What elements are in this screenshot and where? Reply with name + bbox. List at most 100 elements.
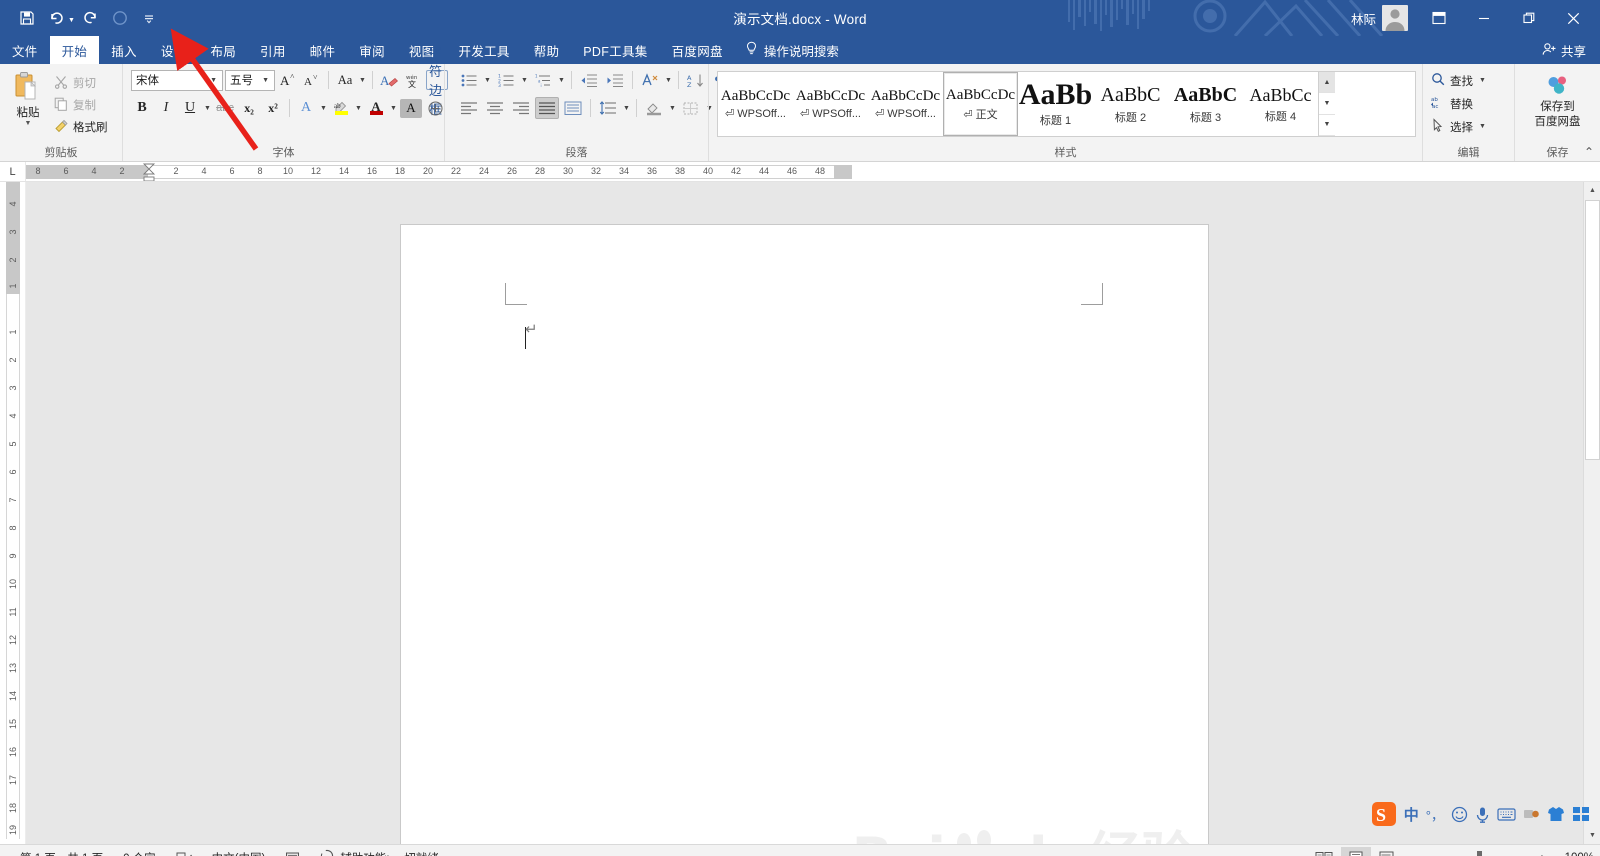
copy-button[interactable]: 复制 [51, 95, 111, 115]
font-color-dropdown-icon[interactable]: ▼ [389, 105, 398, 112]
style-item-wpsoff-3[interactable]: AaBbCcDc ⏎ WPSOff... [868, 72, 943, 136]
align-center-button[interactable] [483, 97, 507, 119]
multilevel-list-button[interactable]: 1ai [531, 69, 555, 91]
close-button[interactable] [1551, 0, 1596, 36]
style-item-wpsoff-1[interactable]: AaBbCcDc ⏎ WPSOff... [718, 72, 793, 136]
line-spacing-button[interactable] [596, 97, 620, 119]
font-size-combo[interactable]: 五号 ▼ [225, 69, 275, 91]
tab-design[interactable]: 设计 [149, 36, 199, 64]
save-icon[interactable] [14, 5, 40, 31]
decrease-indent-button[interactable] [577, 69, 601, 91]
tab-pdf-tools[interactable]: PDF工具集 [571, 36, 659, 64]
numbering-dropdown-icon[interactable]: ▼ [520, 77, 529, 84]
numbering-button[interactable]: 123 [494, 69, 518, 91]
tab-home[interactable]: 开始 [49, 36, 100, 64]
document-area[interactable]: ↵ Bai du 经验 jingyan.b [26, 182, 1583, 844]
highlight-dropdown-icon[interactable]: ▼ [354, 105, 363, 112]
style-item-heading-2[interactable]: AaBbC 标题 2 [1093, 72, 1168, 136]
font-color-button[interactable]: A [365, 97, 387, 119]
grow-font-button[interactable]: A ˄ [277, 69, 299, 91]
paste-dropdown-icon[interactable]: ▼ [25, 120, 32, 127]
bullets-dropdown-icon[interactable]: ▼ [483, 77, 492, 84]
tab-baidu-netdisk[interactable]: 百度网盘 [660, 36, 735, 64]
document-page[interactable]: ↵ Bai du 经验 jingyan.b [401, 225, 1208, 844]
ime-toolbar[interactable]: S 中 °， [1367, 800, 1594, 828]
text-effects-button[interactable]: A [295, 97, 317, 119]
zoom-in-button[interactable]: + [1538, 850, 1546, 856]
bullets-button[interactable] [457, 69, 481, 91]
align-left-button[interactable] [457, 97, 481, 119]
bold-button[interactable]: B [131, 97, 153, 119]
sogou-logo-icon[interactable]: S [1371, 801, 1397, 827]
paste-button[interactable]: 粘贴 ▼ [5, 68, 51, 127]
tab-mailings[interactable]: 邮件 [298, 36, 348, 64]
underline-dropdown-icon[interactable]: ▼ [203, 105, 212, 112]
accessibility-status[interactable]: 辅助功能: 一切就绪 [310, 849, 448, 856]
replace-button[interactable]: ab ac 替换 [1431, 93, 1473, 114]
page-indicator[interactable]: 第 1 页，共 1 页 [10, 850, 113, 856]
shading-button[interactable] [642, 97, 666, 119]
underline-button[interactable]: U [179, 97, 201, 119]
word-count[interactable]: 0 个字 [113, 850, 166, 856]
increase-indent-button[interactable] [603, 69, 627, 91]
save-to-baidu-netdisk-button[interactable]: 保存到 百度网盘 [1520, 70, 1595, 130]
proofing-status-icon[interactable] [166, 851, 202, 856]
multilevel-dropdown-icon[interactable]: ▼ [557, 77, 566, 84]
ime-apps-icon[interactable] [1572, 806, 1590, 822]
touch-mode-icon[interactable] [107, 5, 133, 31]
change-case-dropdown-icon[interactable]: ▼ [358, 77, 367, 84]
horizontal-ruler[interactable]: L 8 6 4 2 2 4 6 8 10 12 14 16 18 20 22 2… [0, 162, 1600, 182]
collapse-ribbon-icon[interactable]: ⌃ [1584, 145, 1594, 159]
tell-me-search[interactable]: 操作说明搜索 [735, 36, 849, 64]
text-effects-dropdown-icon[interactable]: ▼ [319, 105, 328, 112]
subscript-button[interactable]: x₂ [238, 97, 260, 119]
cut-button[interactable]: 剪切 [51, 73, 111, 93]
style-item-normal[interactable]: AaBbCcDc ⏎ 正文 [943, 72, 1018, 136]
shrink-font-button[interactable]: A ˅ [301, 69, 323, 91]
tab-stop-selector[interactable]: L [0, 162, 26, 181]
font-name-combo[interactable]: 宋体 ▼ [131, 69, 223, 91]
enclose-characters-button[interactable] [424, 97, 446, 119]
tab-developer[interactable]: 开发工具 [446, 36, 521, 64]
zoom-slider[interactable]: − + [1405, 850, 1554, 856]
scroll-down-arrow-icon[interactable]: ▼ [1584, 827, 1600, 844]
ime-soft-keyboard-icon[interactable] [1497, 807, 1516, 822]
tab-insert[interactable]: 插入 [99, 36, 149, 64]
undo-icon[interactable] [43, 5, 69, 31]
tab-file[interactable]: 文件 [0, 36, 50, 64]
sort-button[interactable]: AZ [684, 69, 708, 91]
style-item-heading-3[interactable]: AaBbC 标题 3 [1168, 72, 1243, 136]
ime-tools-icon[interactable] [1523, 807, 1540, 822]
customize-qat-icon[interactable] [136, 5, 162, 31]
format-painter-button[interactable]: 格式刷 [51, 117, 111, 137]
share-button[interactable]: 共享 [1534, 36, 1600, 64]
tab-review[interactable]: 审阅 [347, 36, 397, 64]
minimize-button[interactable] [1461, 0, 1506, 36]
tab-help[interactable]: 帮助 [522, 36, 572, 64]
phonetic-guide-button[interactable]: wén 文 [402, 69, 424, 91]
account-name[interactable]: 林际 [1351, 9, 1376, 28]
ime-punctuation-toggle[interactable]: °， [1426, 805, 1444, 824]
view-read-mode-button[interactable] [1309, 847, 1339, 856]
ime-skin-icon[interactable] [1547, 806, 1565, 822]
zoom-out-button[interactable]: − [1413, 850, 1421, 856]
zoom-thumb[interactable] [1476, 851, 1482, 856]
ime-mode-chinese[interactable]: 中 [1404, 804, 1419, 825]
tab-references[interactable]: 引用 [248, 36, 298, 64]
line-spacing-dropdown-icon[interactable]: ▼ [622, 105, 631, 112]
text-highlight-button[interactable]: ab [330, 97, 352, 119]
style-item-heading-1[interactable]: AaBb 标题 1 [1018, 72, 1093, 136]
style-item-heading-4[interactable]: AaBbCc 标题 4 [1243, 72, 1318, 136]
character-shading-button[interactable]: A [400, 98, 422, 118]
chinese-layout-button[interactable] [638, 69, 662, 91]
italic-button[interactable]: I [155, 97, 177, 119]
find-button[interactable]: 查找 ▼ [1431, 70, 1487, 91]
chinese-layout-dropdown-icon[interactable]: ▼ [664, 77, 673, 84]
ime-voice-input-icon[interactable] [1475, 806, 1490, 823]
styles-scroll-down-icon[interactable]: ▼ [1319, 93, 1335, 115]
view-web-layout-button[interactable] [1373, 847, 1403, 856]
strikethrough-button[interactable]: abc [214, 97, 236, 119]
select-dropdown-icon[interactable]: ▼ [1478, 123, 1487, 130]
zoom-level[interactable]: 100% [1556, 852, 1594, 856]
font-name-dropdown-icon[interactable]: ▼ [207, 77, 220, 84]
